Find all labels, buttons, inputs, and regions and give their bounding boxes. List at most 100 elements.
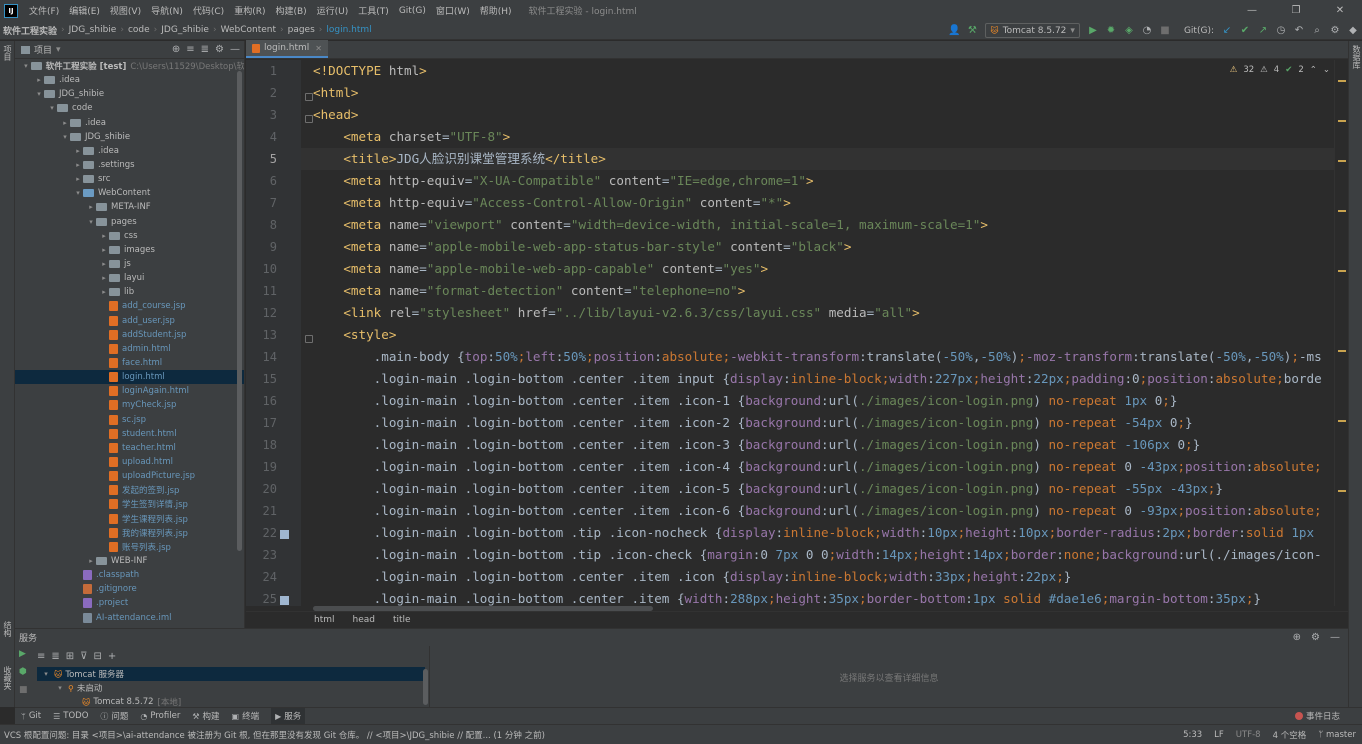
breadcrumb-title[interactable]: title [393,615,411,625]
expand-all-icon[interactable]: ≡ [37,651,45,662]
service-tree-item[interactable]: ▾ ⚲ 未启动 [37,681,425,695]
code-line[interactable]: .login-main .login-bottom .center .item … [313,368,1322,390]
menu-help[interactable]: 帮助(H) [475,4,517,17]
menu-view[interactable]: 视图(V) [105,4,146,17]
chevron-right-icon[interactable]: ▸ [99,232,109,240]
add-user-icon[interactable]: 👤 [945,22,963,40]
tree-item[interactable]: admin.html [15,342,244,356]
build-hammer-icon[interactable]: ⚒ [963,22,981,40]
gear-icon[interactable]: ⚙ [1311,632,1320,643]
tab-build[interactable]: ⚒ 构建 [192,710,219,723]
warning-stripe-mark[interactable] [1338,120,1346,122]
code-view[interactable]: <!DOCTYPE html> <html> <head> <meta charse… [301,60,1348,606]
code-line[interactable]: <meta http-equiv="X-UA-Compatible" conte… [313,170,813,192]
tree-item[interactable]: ▸ .idea [15,144,244,158]
code-line[interactable]: .login-main .login-bottom .center .item … [313,434,1201,456]
warning-stripe-mark[interactable] [1338,420,1346,422]
breadcrumb-webcontent[interactable]: WebContent [218,25,279,35]
tree-item[interactable]: add_user.jsp [15,314,244,328]
tree-item[interactable]: ▸ .idea [15,73,244,87]
code-line[interactable]: <meta name="format-detection" content="t… [313,280,745,302]
menu-window[interactable]: 窗口(W) [431,4,475,17]
line-number[interactable]: 9 [247,240,277,254]
line-number[interactable]: 14 [247,350,277,364]
warning-stripe-mark[interactable] [1338,80,1346,82]
indent-setting[interactable]: 4 个空格 [1273,729,1307,741]
warning-stripe-mark[interactable] [1338,160,1346,162]
line-number[interactable]: 24 [247,570,277,584]
service-tree-item[interactable]: ▾ 🐱 Tomcat 服务器 [37,667,425,681]
add-icon[interactable]: + [108,651,116,662]
status-message[interactable]: VCS 根配置问题: 目录 <项目>\ai-attendance 被注册为 Gi… [4,729,804,741]
code-line[interactable]: <meta name="apple-mobile-web-app-capable… [313,258,768,280]
line-separator[interactable]: LF [1214,730,1224,740]
hide-icon[interactable]: — [1330,632,1340,643]
warning-stripe-mark[interactable] [1338,210,1346,212]
breadcrumb-project[interactable]: 软件工程实验 [0,24,60,37]
tab-services[interactable]: ▶ 服务 [271,708,306,724]
profile-icon[interactable]: ◔ [1138,22,1156,40]
line-number[interactable]: 12 [247,306,277,320]
chevron-down-icon[interactable]: ▾ [21,62,31,70]
next-highlight-icon[interactable]: ⌄ [1323,65,1330,75]
rollback-icon[interactable]: ↶ [1290,22,1308,40]
tree-item[interactable]: loginAgain.html [15,384,244,398]
line-number[interactable]: 13 [247,328,277,342]
git-commit-icon[interactable]: ✔ [1236,22,1254,40]
deploy-icon[interactable]: ⬢ [19,667,28,677]
code-line[interactable]: .login-main .login-bottom .tip .icon-noc… [313,522,1314,544]
line-number[interactable]: 17 [247,416,277,430]
breadcrumb-module[interactable]: JDG_shibie [66,25,120,35]
tree-item[interactable]: ▸ src [15,172,244,186]
run-icon[interactable]: ▶ [1084,22,1102,40]
tree-item[interactable]: ▸ WEB-INF [15,554,244,568]
expand-all-icon[interactable]: ≡ [186,44,194,55]
project-panel-title[interactable]: 项目 [34,43,52,56]
error-stripe[interactable] [1334,60,1348,606]
warning-stripe-mark[interactable] [1338,270,1346,272]
line-number[interactable]: 10 [247,262,277,276]
coverage-icon[interactable]: ◈ [1120,22,1138,40]
tree-item[interactable]: ▸ layui [15,271,244,285]
tree-item[interactable]: upload.html [15,455,244,469]
code-line[interactable]: .main-body {top:50%;left:50%;position:ab… [313,346,1322,368]
code-line[interactable]: <title>JDG人脸识别课堂管理系统</title> [301,148,1348,170]
code-line[interactable]: <style> [313,324,396,346]
code-line[interactable]: .login-main .login-bottom .center .item … [313,456,1322,478]
run-config-selector[interactable]: 🐱 Tomcat 8.5.72 ▾ [985,23,1080,38]
tree-item[interactable]: addStudent.jsp [15,328,244,342]
code-line[interactable]: <head> [313,104,359,126]
tree-item[interactable]: ▾ WebContent [15,186,244,200]
chevron-down-icon[interactable]: ▾ [56,45,61,55]
code-line[interactable]: <meta charset="UTF-8"> [313,126,510,148]
group-icon[interactable]: ⊞ [66,651,74,662]
git-branch[interactable]: ᛘ master [1318,730,1356,740]
new-tab-icon[interactable]: ⊟ [94,651,102,662]
line-number[interactable]: 15 [247,372,277,386]
chevron-right-icon[interactable]: ▸ [34,76,44,84]
warning-stripe-mark[interactable] [1338,350,1346,352]
tree-item[interactable]: 学生课程列表.jsp [15,512,244,526]
tree-item[interactable]: ▸ .settings [15,158,244,172]
tab-terminal[interactable]: ▣ 终端 [232,710,260,723]
code-line[interactable]: <html> [313,82,359,104]
tree-item[interactable]: login.html [15,370,244,385]
line-number[interactable]: 22 [247,526,277,540]
chevron-right-icon[interactable]: ▸ [86,203,96,211]
line-number[interactable]: 19 [247,460,277,474]
git-update-icon[interactable]: ↙ [1218,22,1236,40]
add-service-icon[interactable]: ⊕ [1293,632,1301,643]
tree-item[interactable]: 学生签到详情.jsp [15,497,244,511]
tree-item[interactable]: ▸ js [15,257,244,271]
collapse-all-icon[interactable]: ≣ [51,651,59,662]
event-log-button[interactable]: 事件日志 [1294,710,1340,722]
inspection-widget[interactable]: ⚠ 32 ⚠ 4 ✔ 2 ⌃ ⌄ [1230,65,1330,75]
line-number[interactable]: 5 [247,152,277,166]
chevron-down-icon[interactable]: ▾ [86,218,96,226]
menu-refactor[interactable]: 重构(R) [229,4,270,17]
code-line[interactable]: <meta name="apple-mobile-web-app-status-… [313,236,851,258]
code-line[interactable]: <meta http-equiv="Access-Control-Allow-O… [313,192,790,214]
collapse-all-icon[interactable]: ≣ [201,44,209,55]
code-line[interactable]: <meta name="viewport" content="width=dev… [313,214,988,236]
tree-item[interactable]: ▾ pages [15,215,244,229]
